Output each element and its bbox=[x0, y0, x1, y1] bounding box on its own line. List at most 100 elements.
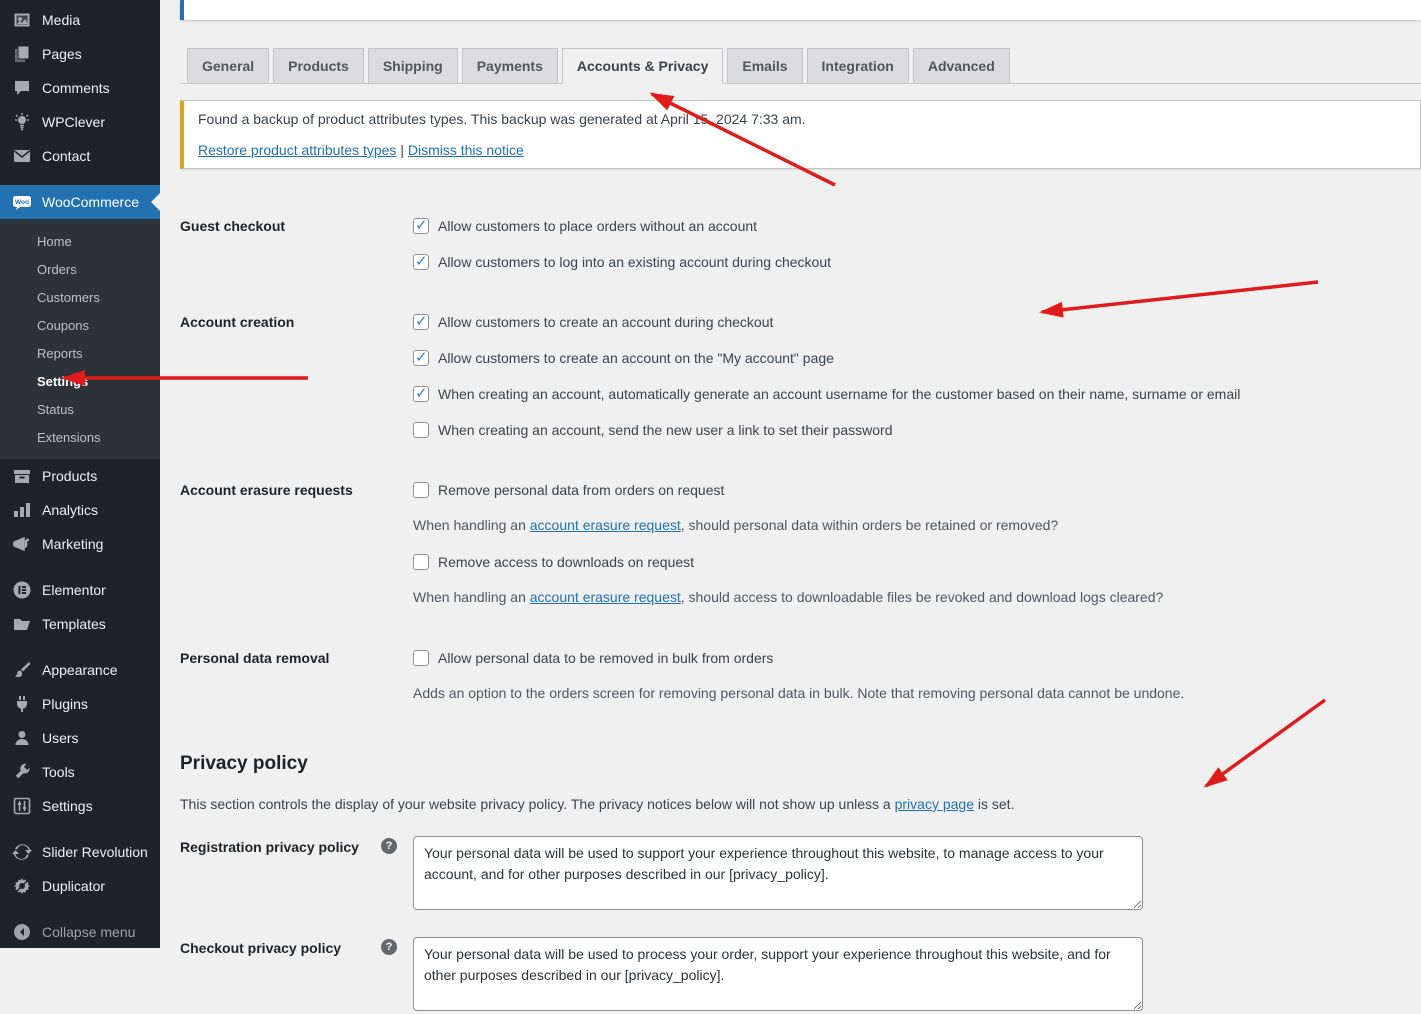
description-text: , should personal data within orders be … bbox=[681, 517, 1058, 533]
sidebar-item-woocommerce[interactable]: Woo WooCommerce bbox=[0, 185, 160, 219]
submenu-item-customers[interactable]: Customers bbox=[0, 283, 160, 311]
sidebar-item-media[interactable]: Media bbox=[0, 3, 160, 37]
sidebar-item-label: Analytics bbox=[42, 502, 98, 518]
checkbox-remove-download-access[interactable] bbox=[413, 554, 429, 570]
current-menu-notch bbox=[151, 193, 160, 211]
sidebar-item-slider-revolution[interactable]: Slider Revolution bbox=[0, 835, 160, 869]
tab-advanced[interactable]: Advanced bbox=[913, 48, 1010, 84]
checkbox-orders-without-account[interactable] bbox=[413, 218, 429, 234]
wordpress-admin-page: Media Pages Comments WPClever Contact bbox=[0, 0, 1421, 948]
sidebar-item-comments[interactable]: Comments bbox=[0, 71, 160, 105]
tab-emails[interactable]: Emails bbox=[727, 48, 802, 84]
tab-shipping[interactable]: Shipping bbox=[368, 48, 458, 84]
checkbox-bulk-remove-personal-data[interactable] bbox=[413, 650, 429, 666]
privacy-page-link[interactable]: privacy page bbox=[895, 796, 974, 812]
sidebar-item-label: Users bbox=[42, 730, 79, 746]
sidebar-item-label: Products bbox=[42, 468, 97, 484]
sidebar-item-label: Plugins bbox=[42, 696, 88, 712]
submenu-item-extensions[interactable]: Extensions bbox=[0, 423, 160, 451]
notice-message: Found a backup of product attributes typ… bbox=[198, 109, 1406, 129]
checkbox-label: Allow customers to place orders without … bbox=[438, 216, 757, 236]
sidebar-item-plugins[interactable]: Plugins bbox=[0, 687, 160, 721]
sidebar-item-label: Marketing bbox=[42, 536, 103, 552]
registration-privacy-policy-label: Registration privacy policy bbox=[180, 836, 359, 857]
guest-checkout-row: Guest checkout Allow customers to place … bbox=[180, 215, 1421, 287]
description-text: When handling an bbox=[413, 517, 530, 533]
option-row: Allow customers to create an account dur… bbox=[413, 311, 1421, 333]
submenu-item-home[interactable]: Home bbox=[0, 227, 160, 255]
sidebar-item-templates[interactable]: Templates bbox=[0, 607, 160, 641]
checkbox-label: Allow customers to create an account on … bbox=[438, 348, 834, 368]
svg-text:Woo: Woo bbox=[15, 199, 29, 206]
sidebar-item-label: Contact bbox=[42, 148, 90, 164]
partial-info-notice bbox=[180, 0, 1421, 20]
slider-revolution-icon bbox=[12, 842, 32, 862]
collapse-menu-button[interactable]: Collapse menu bbox=[0, 915, 160, 949]
checkbox-send-password-link[interactable] bbox=[413, 422, 429, 438]
backup-warning-notice: Found a backup of product attributes typ… bbox=[180, 100, 1421, 169]
checkbox-account-my-account-page[interactable] bbox=[413, 350, 429, 366]
tab-payments[interactable]: Payments bbox=[462, 48, 558, 84]
sidebar-item-wpclever[interactable]: WPClever bbox=[0, 105, 160, 139]
account-erasure-request-link[interactable]: account erasure request bbox=[530, 589, 681, 605]
users-person-icon bbox=[12, 728, 32, 748]
tab-accounts-privacy[interactable]: Accounts & Privacy bbox=[562, 48, 724, 84]
submenu-item-settings[interactable]: Settings bbox=[0, 367, 160, 395]
dismiss-notice-link[interactable]: Dismiss this notice bbox=[408, 142, 524, 158]
option-row: Remove personal data from orders on requ… bbox=[413, 479, 1421, 501]
sidebar-item-analytics[interactable]: Analytics bbox=[0, 493, 160, 527]
sidebar-item-label: Slider Revolution bbox=[42, 844, 148, 860]
tools-wrench-icon bbox=[12, 762, 32, 782]
option-row: Remove access to downloads on request bbox=[413, 551, 1421, 573]
sidebar-item-settings[interactable]: Settings bbox=[0, 789, 160, 823]
submenu-item-status[interactable]: Status bbox=[0, 395, 160, 423]
plugins-plug-icon bbox=[12, 694, 32, 714]
checkbox-label: When creating an account, send the new u… bbox=[438, 420, 892, 440]
submenu-item-reports[interactable]: Reports bbox=[0, 339, 160, 367]
checkbox-label: Allow customers to log into an existing … bbox=[438, 252, 831, 272]
restore-product-attributes-link[interactable]: Restore product attributes types bbox=[198, 142, 396, 158]
account-erasure-row: Account erasure requests Remove personal… bbox=[180, 479, 1421, 623]
sidebar-item-label: Templates bbox=[42, 616, 106, 632]
contact-envelope-icon bbox=[12, 146, 32, 166]
sidebar-item-products[interactable]: Products bbox=[0, 459, 160, 493]
sidebar-item-marketing[interactable]: Marketing bbox=[0, 527, 160, 561]
checkbox-label: When creating an account, automatically … bbox=[438, 384, 1240, 404]
sidebar-item-users[interactable]: Users bbox=[0, 721, 160, 755]
comments-icon bbox=[12, 78, 32, 98]
account-erasure-request-link[interactable]: account erasure request bbox=[530, 517, 681, 533]
sidebar-item-contact[interactable]: Contact bbox=[0, 139, 160, 173]
checkout-privacy-policy-textarea[interactable]: Your personal data will be used to proce… bbox=[413, 937, 1143, 1011]
description-text: is set. bbox=[974, 796, 1014, 812]
sidebar-item-duplicator[interactable]: Duplicator bbox=[0, 869, 160, 903]
tab-products[interactable]: Products bbox=[273, 48, 364, 84]
help-tip-icon[interactable]: ? bbox=[381, 939, 397, 955]
submenu-item-orders[interactable]: Orders bbox=[0, 255, 160, 283]
checkbox-label: Allow customers to create an account dur… bbox=[438, 312, 773, 332]
registration-privacy-policy-textarea[interactable]: Your personal data will be used to suppo… bbox=[413, 836, 1143, 910]
menu-separator bbox=[0, 903, 160, 915]
checkbox-login-during-checkout[interactable] bbox=[413, 254, 429, 270]
sidebar-item-elementor[interactable]: Elementor bbox=[0, 573, 160, 607]
wpclever-lightbulb-icon bbox=[12, 112, 32, 132]
marketing-megaphone-icon bbox=[12, 534, 32, 554]
help-tip-icon[interactable]: ? bbox=[381, 838, 397, 854]
sidebar-item-label: Appearance bbox=[42, 662, 118, 678]
sidebar-item-label: Tools bbox=[42, 764, 75, 780]
description-text: This section controls the display of you… bbox=[180, 796, 895, 812]
checkbox-remove-personal-data-orders[interactable] bbox=[413, 482, 429, 498]
checkbox-account-during-checkout[interactable] bbox=[413, 314, 429, 330]
sidebar-item-label: Pages bbox=[42, 46, 82, 62]
submenu-item-coupons[interactable]: Coupons bbox=[0, 311, 160, 339]
privacy-policy-description: This section controls the display of you… bbox=[180, 794, 1421, 814]
woocommerce-icon: Woo bbox=[12, 192, 32, 212]
option-row: Allow customers to create an account on … bbox=[413, 347, 1421, 369]
tab-integration[interactable]: Integration bbox=[807, 48, 909, 84]
option-description: When handling an account erasure request… bbox=[413, 515, 1421, 535]
sidebar-item-appearance[interactable]: Appearance bbox=[0, 653, 160, 687]
sidebar-item-pages[interactable]: Pages bbox=[0, 37, 160, 71]
sidebar-item-tools[interactable]: Tools bbox=[0, 755, 160, 789]
tab-general[interactable]: General bbox=[187, 48, 269, 84]
account-erasure-label: Account erasure requests bbox=[180, 479, 353, 500]
checkbox-auto-generate-username[interactable] bbox=[413, 386, 429, 402]
